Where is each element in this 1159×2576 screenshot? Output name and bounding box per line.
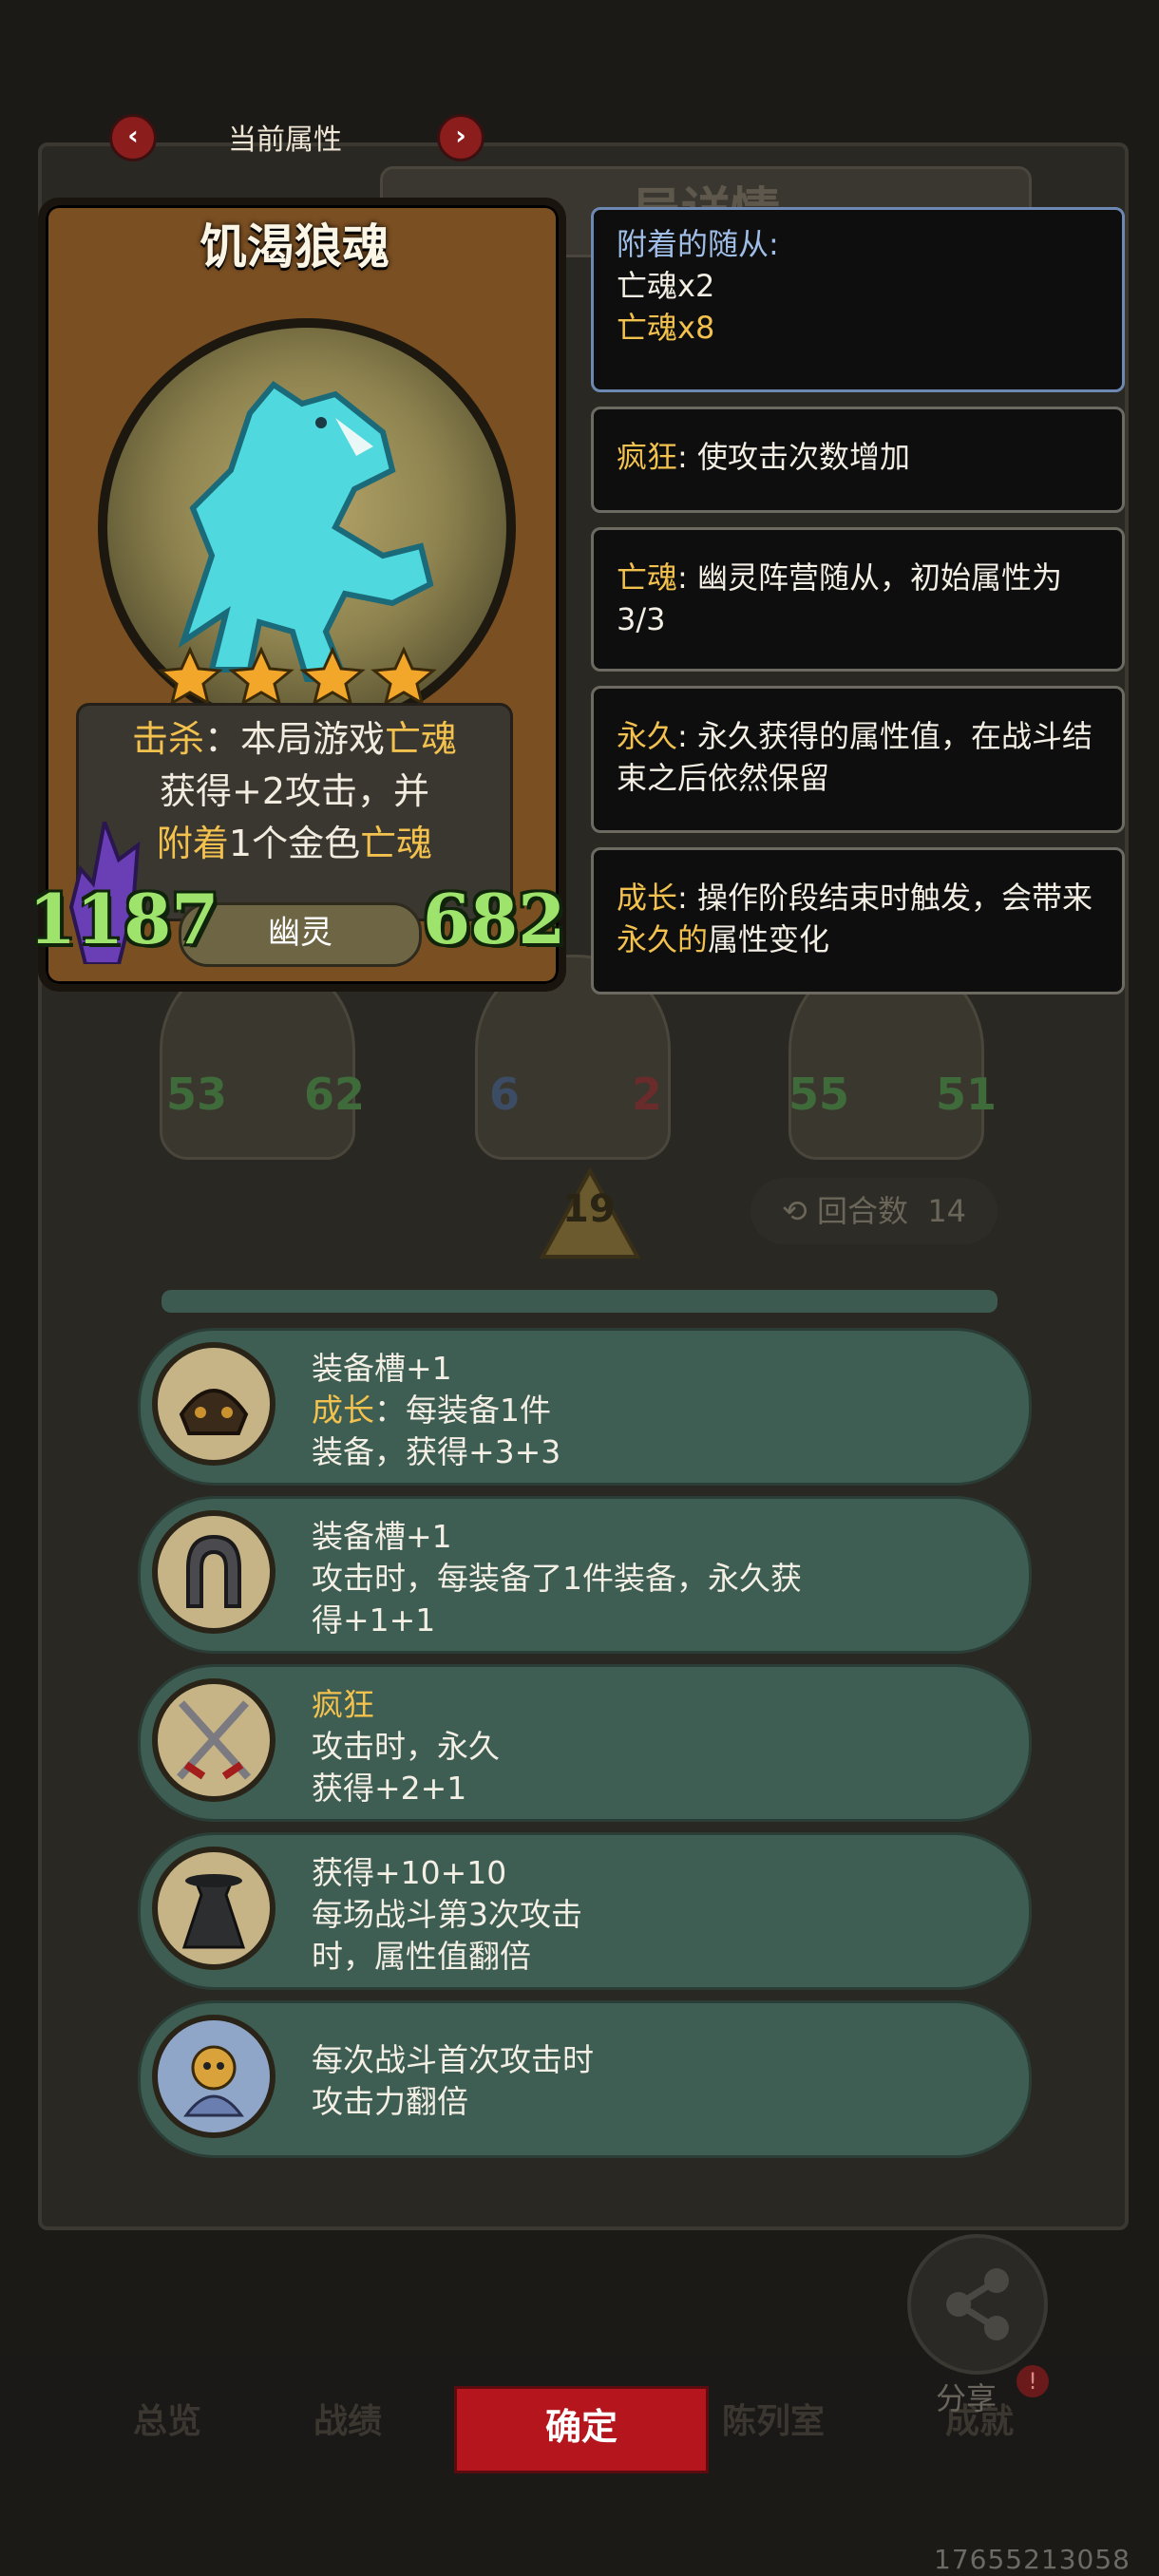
confirm-button[interactable]: 确定 [454,2386,709,2473]
refresh-icon: ⟲ [781,1193,817,1229]
health-stat: 682 [423,879,566,959]
crossed-swords-icon [152,1678,276,1802]
unit-attack: 53 [166,1069,228,1120]
keyword-growth-box: 成长: 操作阶段结束时触发，会带来永久的属性变化 [591,847,1125,994]
star-icon [299,646,366,703]
perk-item[interactable]: 装备槽+1 成长：每装备1件 装备，获得+3+3 [138,1328,1032,1486]
armor-icon [152,1342,276,1466]
watermark: 17655213058 [934,2544,1130,2575]
keyword-permanent-box: 永久: 永久获得的属性值，在战斗结束之后依然保留 [591,686,1125,833]
prev-button[interactable]: ‹ [109,114,157,161]
unit-health: 62 [304,1069,366,1120]
keyword-soul-box: 亡魂: 幽灵阵营随从，初始属性为3/3 [591,527,1125,672]
tab-overview[interactable]: 总览 [133,2394,201,2443]
card-name: 饥渴狼魂 [200,219,390,275]
notification-badge: ! [1016,2365,1049,2397]
star-icon [157,646,223,703]
attack-stat: 1187 [28,879,219,959]
perk-item[interactable]: 每次战斗首次攻击时 攻击力翻倍 [138,2000,1032,2158]
star-icon [370,646,437,703]
unit-attack: 6 [489,1069,521,1120]
chevron-right-icon: › [455,120,466,151]
next-button[interactable]: › [437,114,484,161]
page-title: 当前属性 [228,123,342,157]
star-icon [228,646,294,703]
star-rating [157,646,437,703]
share-icon [946,2268,1009,2340]
cloaked-figure-icon [152,1847,276,1970]
share-label: 分享 [936,2380,998,2416]
chevron-left-icon: ‹ [127,120,139,151]
perk-item[interactable]: 疯狂 攻击时，永久 获得+2+1 [138,1664,1032,1822]
unit-attack: 55 [788,1069,850,1120]
perk-item[interactable]: 装备槽+1 攻击时，每装备了1件装备，永久获 得+1+1 [138,1496,1032,1654]
perk-list-header [162,1290,998,1313]
turn-number: 19 [562,1187,616,1231]
monster-icon [152,2015,276,2138]
keyword-frenzy-box: 疯狂: 使攻击次数增加 [591,407,1125,513]
share-button[interactable] [907,2234,1048,2375]
round-counter: ⟲ 回合数 14 [750,1178,998,1244]
tab-gallery[interactable]: 陈列室 [722,2394,825,2443]
unit-health: 2 [632,1069,663,1120]
horseshoe-icon [152,1510,276,1634]
perk-item[interactable]: 获得+10+10 每场战斗第3次攻击 时，属性值翻倍 [138,1832,1032,1990]
unit-health: 51 [936,1069,998,1120]
attached-minions-box: 附着的随从: 亡魂x2 亡魂x8 [591,207,1125,392]
tab-record[interactable]: 战绩 [314,2394,382,2443]
